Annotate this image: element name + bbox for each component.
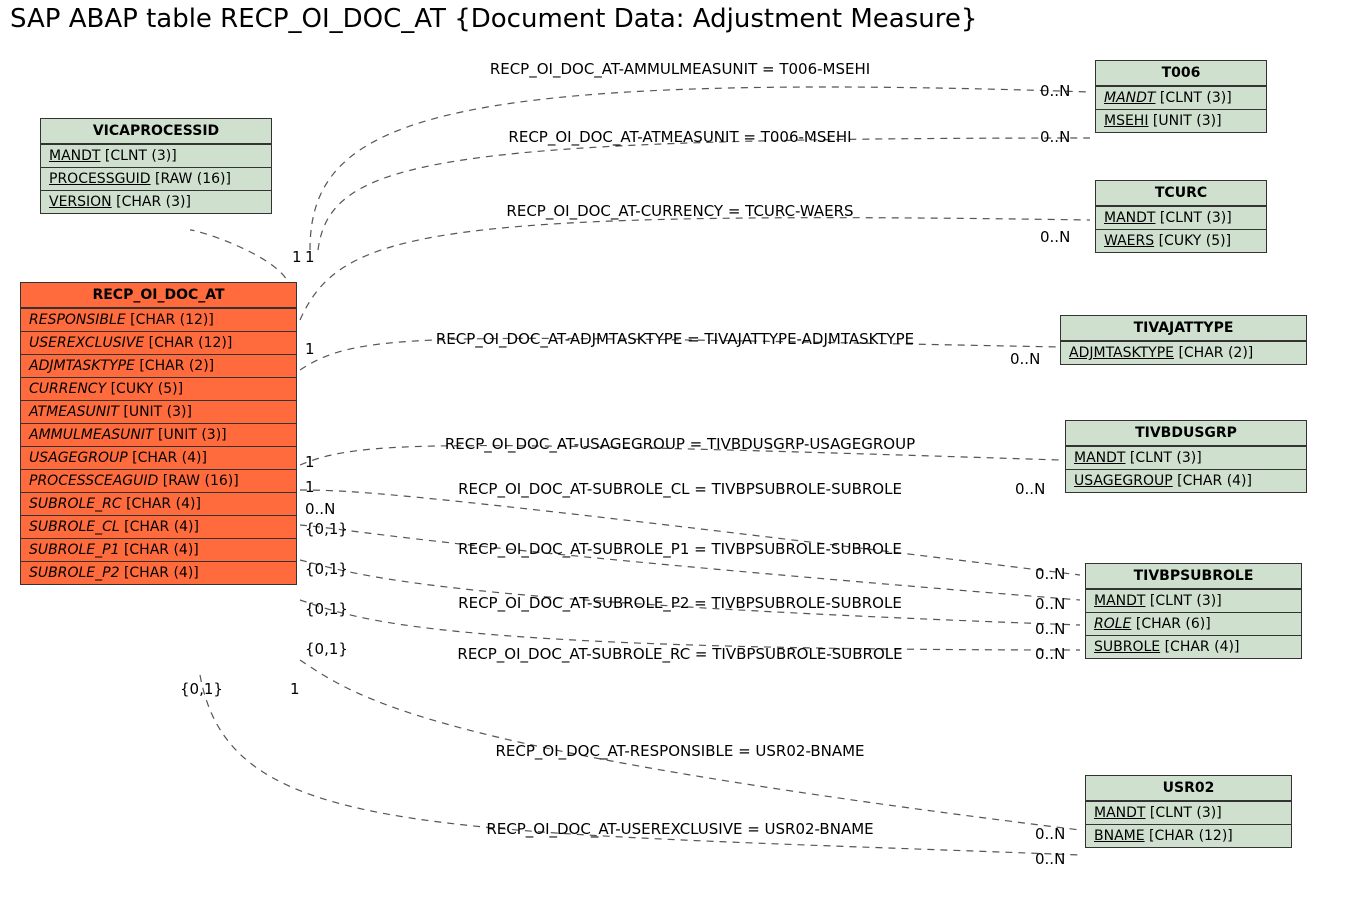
table-row: ROLE [CHAR (6)] (1086, 612, 1301, 635)
cardinality: 1 (292, 248, 302, 266)
cardinality: {0,1} (305, 600, 348, 618)
cardinality: {0,1} (305, 560, 348, 578)
table-tivbpsubrole: TIVBPSUBROLE MANDT [CLNT (3)] ROLE [CHAR… (1085, 563, 1302, 659)
relation-label: RECP_OI_DOC_AT-RESPONSIBLE = USR02-BNAME (370, 742, 990, 760)
relation-label: RECP_OI_DOC_AT-SUBROLE_P1 = TIVBPSUBROLE… (370, 540, 990, 558)
table-row: SUBROLE_RC [CHAR (4)] (21, 492, 296, 515)
relation-label: RECP_OI_DOC_AT-AMMULMEASUNIT = T006-MSEH… (370, 60, 990, 78)
relation-label: RECP_OI_DOC_AT-CURRENCY = TCURC-WAERS (370, 202, 990, 220)
cardinality: 0..N (1035, 565, 1065, 583)
table-row: USEREXCLUSIVE [CHAR (12)] (21, 331, 296, 354)
table-recp-oi-doc-at: RECP_OI_DOC_AT RESPONSIBLE [CHAR (12)] U… (20, 282, 297, 585)
table-row: CURRENCY [CUKY (5)] (21, 377, 296, 400)
table-header: USR02 (1086, 776, 1291, 801)
cardinality: 0..N (1040, 82, 1070, 100)
cardinality: 1 (305, 478, 315, 496)
table-row: ATMEASUNIT [UNIT (3)] (21, 400, 296, 423)
cardinality: {0,1} (305, 520, 348, 538)
table-tivbdusgrp: TIVBDUSGRP MANDT [CLNT (3)] USAGEGROUP [… (1065, 420, 1307, 493)
cardinality: 0..N (1035, 850, 1065, 868)
table-tivajattype: TIVAJATTYPE ADJMTASKTYPE [CHAR (2)] (1060, 315, 1307, 365)
table-tcurc: TCURC MANDT [CLNT (3)] WAERS [CUKY (5)] (1095, 180, 1267, 253)
table-row: MSEHI [UNIT (3)] (1096, 109, 1266, 132)
table-usr02: USR02 MANDT [CLNT (3)] BNAME [CHAR (12)] (1085, 775, 1292, 848)
cardinality: 0..N (1035, 645, 1065, 663)
table-row: USAGEGROUP [CHAR (4)] (1066, 469, 1306, 492)
table-row: ADJMTASKTYPE [CHAR (2)] (21, 354, 296, 377)
cardinality: 1 (305, 453, 315, 471)
table-row: MANDT [CLNT (3)] (1086, 801, 1291, 824)
table-row: SUBROLE_CL [CHAR (4)] (21, 515, 296, 538)
table-row: ADJMTASKTYPE [CHAR (2)] (1061, 341, 1306, 364)
table-row: AMMULMEASUNIT [UNIT (3)] (21, 423, 296, 446)
cardinality: 0..N (1040, 128, 1070, 146)
page-title: SAP ABAP table RECP_OI_DOC_AT {Document … (10, 4, 977, 34)
table-row: MANDT [CLNT (3)] (1096, 86, 1266, 109)
table-row: SUBROLE_P2 [CHAR (4)] (21, 561, 296, 584)
table-row: SUBROLE [CHAR (4)] (1086, 635, 1301, 658)
cardinality: {0,1} (305, 640, 348, 658)
table-row: MANDT [CLNT (3)] (1066, 446, 1306, 469)
table-header: TIVBDUSGRP (1066, 421, 1306, 446)
table-vicaprocessid: VICAPROCESSID MANDT [CLNT (3)] PROCESSGU… (40, 118, 272, 214)
table-row: MANDT [CLNT (3)] (1086, 589, 1301, 612)
table-header: TIVBPSUBROLE (1086, 564, 1301, 589)
table-header: VICAPROCESSID (41, 119, 271, 144)
cardinality: 0..N (305, 500, 335, 518)
cardinality: {0,1} (180, 680, 223, 698)
diagram-canvas: SAP ABAP table RECP_OI_DOC_AT {Document … (0, 0, 1367, 923)
relation-label: RECP_OI_DOC_AT-SUBROLE_RC = TIVBPSUBROLE… (370, 645, 990, 663)
relation-label: RECP_OI_DOC_AT-USAGEGROUP = TIVBDUSGRP-U… (370, 435, 990, 453)
table-header: RECP_OI_DOC_AT (21, 283, 296, 308)
cardinality: 0..N (1035, 595, 1065, 613)
cardinality: 0..N (1035, 620, 1065, 638)
relation-label: RECP_OI_DOC_AT-SUBROLE_CL = TIVBPSUBROLE… (370, 480, 990, 498)
table-row: WAERS [CUKY (5)] (1096, 229, 1266, 252)
cardinality: 0..N (1010, 350, 1040, 368)
table-t006: T006 MANDT [CLNT (3)] MSEHI [UNIT (3)] (1095, 60, 1267, 133)
table-header: TIVAJATTYPE (1061, 316, 1306, 341)
table-row: MANDT [CLNT (3)] (1096, 206, 1266, 229)
cardinality: 0..N (1035, 825, 1065, 843)
table-row: PROCESSGUID [RAW (16)] (41, 167, 271, 190)
table-header: T006 (1096, 61, 1266, 86)
table-row: USAGEGROUP [CHAR (4)] (21, 446, 296, 469)
cardinality: 1 (305, 340, 315, 358)
relation-label: RECP_OI_DOC_AT-ADJMTASKTYPE = TIVAJATTYP… (355, 330, 995, 348)
table-header: TCURC (1096, 181, 1266, 206)
relation-label: RECP_OI_DOC_AT-USEREXCLUSIVE = USR02-BNA… (370, 820, 990, 838)
table-row: PROCESSCEAGUID [RAW (16)] (21, 469, 296, 492)
table-row: VERSION [CHAR (3)] (41, 190, 271, 213)
cardinality: 0..N (1015, 480, 1045, 498)
relation-label: RECP_OI_DOC_AT-ATMEASUNIT = T006-MSEHI (370, 128, 990, 146)
relation-label: RECP_OI_DOC_AT-SUBROLE_P2 = TIVBPSUBROLE… (370, 594, 990, 612)
table-row: MANDT [CLNT (3)] (41, 144, 271, 167)
cardinality: 1 (305, 248, 315, 266)
cardinality: 1 (290, 680, 300, 698)
table-row: SUBROLE_P1 [CHAR (4)] (21, 538, 296, 561)
table-row: RESPONSIBLE [CHAR (12)] (21, 308, 296, 331)
table-row: BNAME [CHAR (12)] (1086, 824, 1291, 847)
cardinality: 0..N (1040, 228, 1070, 246)
